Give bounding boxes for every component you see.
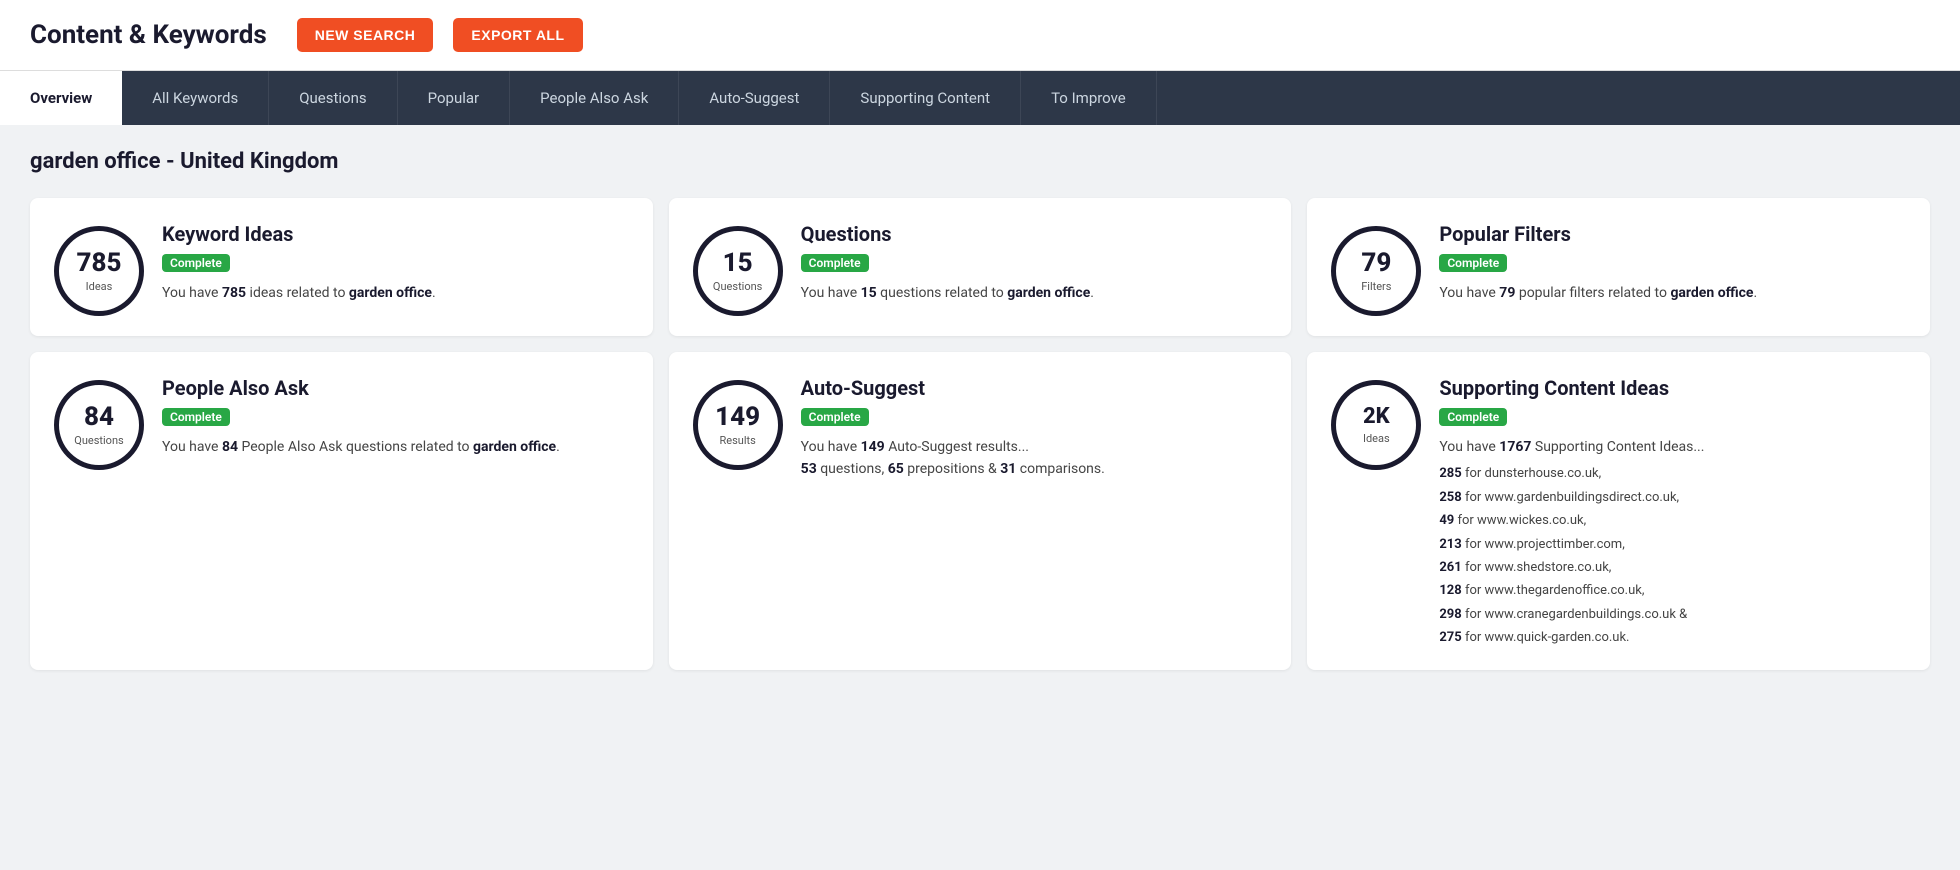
card-title: Supporting Content Ideas bbox=[1439, 376, 1906, 400]
status-badge: Complete bbox=[1439, 254, 1507, 272]
circle-label: Questions bbox=[713, 280, 762, 293]
cards-grid: 785 Ideas Keyword Ideas Complete You have 78… bbox=[30, 198, 1930, 670]
circle-number: 84 bbox=[84, 404, 114, 430]
status-badge: Complete bbox=[162, 254, 230, 272]
card-people-also-ask: 84 Questions People Also Ask Complete You ha… bbox=[30, 352, 653, 670]
nav-tab-to-improve[interactable]: To Improve bbox=[1021, 71, 1157, 125]
nav-tab-auto-suggest[interactable]: Auto-Suggest bbox=[679, 71, 830, 125]
nav-tab-all-keywords[interactable]: All Keywords bbox=[122, 71, 269, 125]
circle-badge-keyword-ideas: 785 Ideas bbox=[54, 226, 144, 316]
circle-number: 79 bbox=[1361, 250, 1391, 276]
circle-badge-auto-suggest: 149 Results bbox=[693, 380, 783, 470]
card-body-people-also-ask: People Also Ask Complete You have 84 Peopl… bbox=[162, 376, 629, 458]
nav-tab-people-also-ask[interactable]: People Also Ask bbox=[510, 71, 679, 125]
circle-label: Filters bbox=[1361, 280, 1391, 293]
nav-tabs: OverviewAll KeywordsQuestionsPopularPeop… bbox=[0, 71, 1960, 125]
nav-tab-overview[interactable]: Overview bbox=[0, 71, 122, 125]
status-badge: Complete bbox=[801, 254, 869, 272]
circle-number: 149 bbox=[715, 404, 760, 430]
card-title: Keyword Ideas bbox=[162, 222, 629, 246]
circle-number: 2K bbox=[1363, 406, 1390, 428]
card-keyword-ideas: 785 Ideas Keyword Ideas Complete You have 78… bbox=[30, 198, 653, 336]
card-body-auto-suggest: Auto-Suggest Complete You have 149 Auto-Su… bbox=[801, 376, 1268, 481]
card-body-popular-filters: Popular Filters Complete You have 79 popul… bbox=[1439, 222, 1906, 304]
status-badge: Complete bbox=[801, 408, 869, 426]
nav-tab-supporting-content[interactable]: Supporting Content bbox=[830, 71, 1021, 125]
card-title: Questions bbox=[801, 222, 1268, 246]
card-description: You have 785 ideas related to garden off… bbox=[162, 282, 629, 304]
card-description: You have 149 Auto-Suggest results...53 q… bbox=[801, 436, 1268, 481]
card-description: You have 15 questions related to garden … bbox=[801, 282, 1268, 304]
supporting-lines: 285 for dunsterhouse.co.uk,258 for www.g… bbox=[1439, 462, 1906, 649]
card-title: People Also Ask bbox=[162, 376, 629, 400]
page-subtitle: garden office - United Kingdom bbox=[30, 149, 1930, 174]
status-badge: Complete bbox=[162, 408, 230, 426]
card-body-questions: Questions Complete You have 15 questions r… bbox=[801, 222, 1268, 304]
card-supporting-content: 2K Ideas Supporting Content Ideas Complete Y… bbox=[1307, 352, 1930, 670]
circle-label: Questions bbox=[74, 434, 123, 447]
card-description: You have 1767 Supporting Content Ideas..… bbox=[1439, 436, 1906, 458]
circle-badge-supporting-content: 2K Ideas bbox=[1331, 380, 1421, 470]
page-title: Content & Keywords bbox=[30, 20, 267, 50]
card-description: You have 79 popular filters related to g… bbox=[1439, 282, 1906, 304]
circle-number: 15 bbox=[723, 250, 753, 276]
circle-label: Ideas bbox=[86, 280, 113, 293]
status-badge: Complete bbox=[1439, 408, 1507, 426]
header: Content & Keywords NEW SEARCH EXPORT ALL bbox=[0, 0, 1960, 71]
card-title: Auto-Suggest bbox=[801, 376, 1268, 400]
circle-badge-questions: 15 Questions bbox=[693, 226, 783, 316]
circle-number: 785 bbox=[77, 250, 122, 276]
circle-label: Ideas bbox=[1363, 432, 1390, 445]
card-questions: 15 Questions Questions Complete You have 15 … bbox=[669, 198, 1292, 336]
card-popular-filters: 79 Filters Popular Filters Complete You have… bbox=[1307, 198, 1930, 336]
card-description: You have 84 People Also Ask questions re… bbox=[162, 436, 629, 458]
circle-badge-popular-filters: 79 Filters bbox=[1331, 226, 1421, 316]
nav-tab-popular[interactable]: Popular bbox=[398, 71, 511, 125]
page-content: garden office - United Kingdom 785 Ideas K… bbox=[0, 125, 1960, 694]
card-body-keyword-ideas: Keyword Ideas Complete You have 785 ideas … bbox=[162, 222, 629, 304]
circle-badge-people-also-ask: 84 Questions bbox=[54, 380, 144, 470]
new-search-button[interactable]: NEW SEARCH bbox=[297, 18, 434, 52]
circle-label: Results bbox=[720, 434, 756, 447]
card-body-supporting-content: Supporting Content Ideas Complete You have… bbox=[1439, 376, 1906, 650]
card-auto-suggest: 149 Results Auto-Suggest Complete You have 1… bbox=[669, 352, 1292, 670]
card-title: Popular Filters bbox=[1439, 222, 1906, 246]
export-all-button[interactable]: EXPORT ALL bbox=[453, 18, 582, 52]
nav-tab-questions[interactable]: Questions bbox=[269, 71, 397, 125]
